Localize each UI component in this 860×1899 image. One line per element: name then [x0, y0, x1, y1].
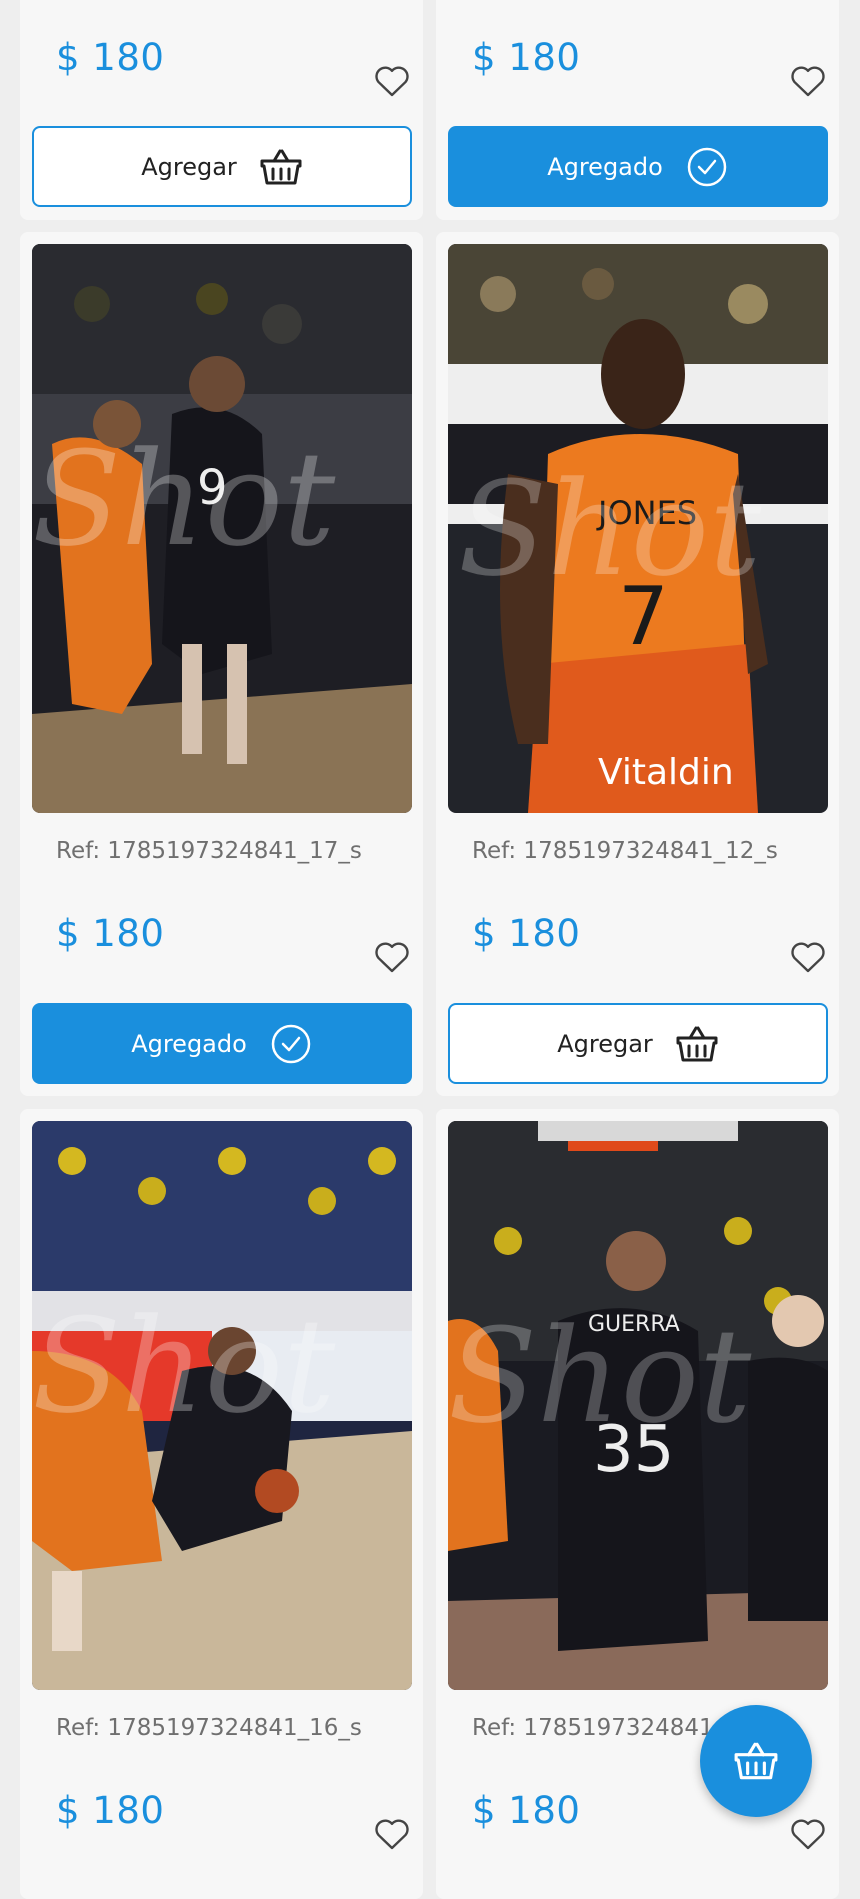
svg-text:Shot: Shot [32, 423, 336, 575]
product-price: $ 180 [56, 36, 165, 79]
product-card: $ 180 Agregado [436, 0, 839, 220]
product-ref: Ref: 1785197324841_17_s [56, 838, 362, 864]
added-button-label: Agregado [547, 152, 663, 181]
add-to-cart-button[interactable]: Agregar [32, 126, 412, 207]
favorite-heart-icon[interactable] [789, 62, 827, 98]
check-circle-icon [687, 147, 727, 186]
product-photo[interactable]: 9 Shot [32, 244, 412, 813]
product-photo[interactable]: 35 GUERRA Shot [448, 1121, 828, 1690]
svg-text:Shot: Shot [448, 1300, 752, 1452]
product-card: 9 Shot Ref: 1785197324841_17_s $ 180 Agr… [20, 232, 423, 1096]
svg-text:Vitaldin: Vitaldin [598, 752, 734, 793]
cart-fab-button[interactable] [700, 1705, 812, 1817]
favorite-heart-icon[interactable] [789, 1815, 827, 1851]
added-to-cart-button[interactable]: Agregado [32, 1003, 412, 1084]
product-photo[interactable]: JONES 7 Vitaldin Shot [448, 244, 828, 813]
product-price: $ 180 [472, 1789, 581, 1832]
product-price: $ 180 [56, 912, 165, 955]
product-ref: Ref: 1785197324841_16_s [56, 1715, 362, 1741]
product-photo[interactable]: Shot [32, 1121, 412, 1690]
product-price: $ 180 [472, 912, 581, 955]
favorite-heart-icon[interactable] [373, 938, 411, 974]
basket-icon [260, 149, 302, 184]
product-card: Shot Ref: 1785197324841_16_s $ 180 [20, 1109, 423, 1899]
added-button-label: Agregado [131, 1029, 247, 1058]
check-circle-icon [271, 1024, 311, 1063]
basket-icon [676, 1026, 718, 1061]
favorite-heart-icon[interactable] [789, 938, 827, 974]
svg-text:Shot: Shot [458, 453, 762, 605]
add-button-label: Agregar [141, 152, 237, 181]
add-button-label: Agregar [557, 1029, 653, 1058]
added-to-cart-button[interactable]: Agregado [448, 126, 828, 207]
product-price: $ 180 [472, 36, 581, 79]
favorite-heart-icon[interactable] [373, 1815, 411, 1851]
add-to-cart-button[interactable]: Agregar [448, 1003, 828, 1084]
favorite-heart-icon[interactable] [373, 62, 411, 98]
svg-text:Shot: Shot [32, 1290, 336, 1442]
product-card: JONES 7 Vitaldin Shot Ref: 1785197324841… [436, 232, 839, 1096]
product-ref: Ref: 1785197324841_ [472, 1715, 726, 1741]
basket-icon [734, 1742, 778, 1780]
product-card: $ 180 Agregar [20, 0, 423, 220]
product-price: $ 180 [56, 1789, 165, 1832]
product-ref: Ref: 1785197324841_12_s [472, 838, 778, 864]
